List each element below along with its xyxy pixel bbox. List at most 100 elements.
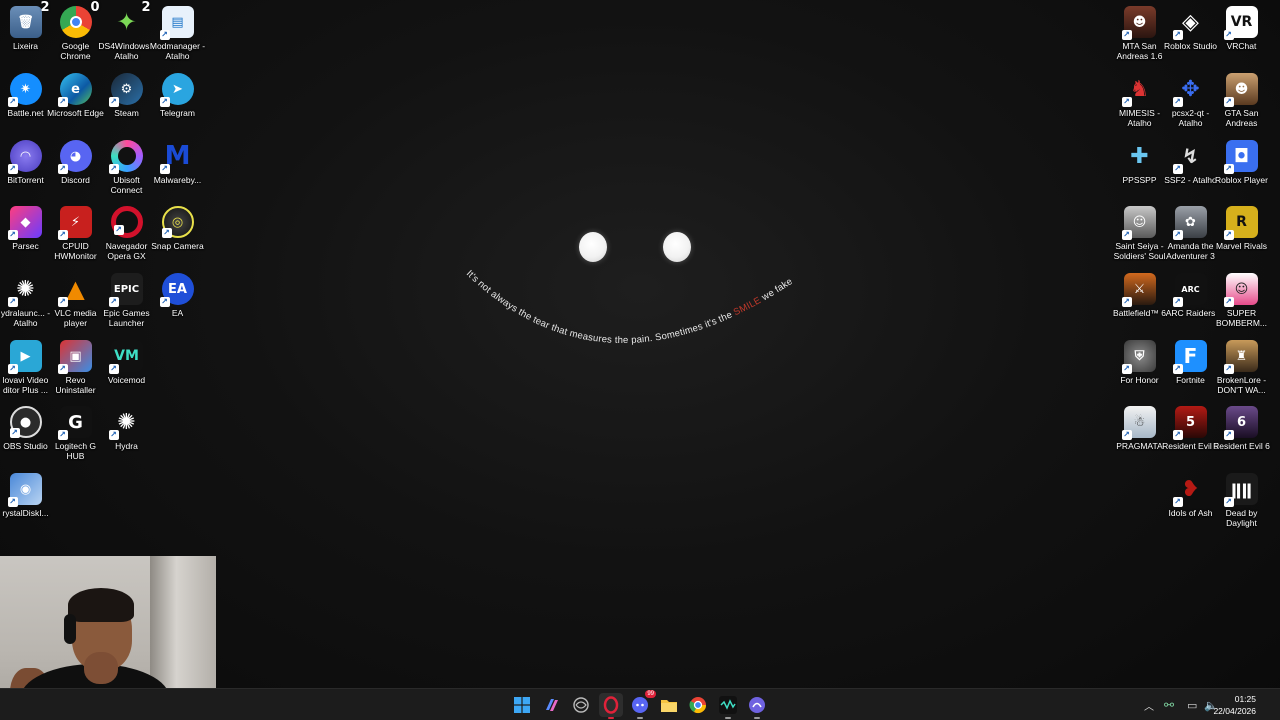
webcam-person-hand: [84, 652, 118, 684]
battlefield-icon: ⚔ ↗: [1121, 273, 1156, 307]
desktop-icon-idols-of-ash[interactable]: ❥ ↗ Idols of Ash: [1165, 469, 1216, 533]
mimesis-icon: ♞ ↗: [1121, 76, 1150, 107]
desktop-icon-re6[interactable]: 6 ↗ Resident Evil 6: [1213, 402, 1270, 466]
desktop-icon-ssf2[interactable]: ↯ ↗ SSF2 - Atalho: [1164, 136, 1216, 200]
movavi-icon: ▶ ↗: [7, 340, 42, 374]
desktop-icon-ds4windows[interactable]: ✦ 2 DS4Windows - Atalho: [98, 0, 154, 66]
start-button[interactable]: [510, 693, 534, 717]
voicemod-icon: VM ↗: [108, 340, 143, 374]
bittorrent-icon: [749, 697, 765, 713]
desktop-icon-telegram[interactable]: ➤ ↗ Telegram: [152, 69, 203, 133]
desktop-icon-vrchat[interactable]: VR ↗ VRChat: [1216, 2, 1267, 66]
brokenlore-icon: ♜ ↗: [1223, 340, 1258, 374]
desktop-icon-chrome[interactable]: 0 Google Chrome: [50, 0, 101, 66]
desktop-icon-hydralauncher[interactable]: ✺ ↗ ydralaunc... - Atalho: [0, 269, 51, 333]
desktop-icon-fortnite[interactable]: F ↗ Fortnite: [1165, 336, 1216, 400]
desktop-icon-ppsspp[interactable]: ✚ PPSSPP: [1114, 136, 1165, 200]
edge-icon: e ↗: [57, 73, 92, 107]
file-explorer-icon: [661, 700, 677, 712]
desktop-icon-brokenlore[interactable]: ♜ ↗ BrokenLore - DON'T WA...: [1216, 336, 1267, 400]
desktop-icon-bittorrent[interactable]: ◠ ↗ BitTorrent: [0, 136, 51, 200]
taskbar-copilot[interactable]: [540, 693, 564, 717]
desktop-icon-pragmata[interactable]: ☃ ↗ PRAGMATA: [1114, 402, 1165, 466]
desktop-icon-battlenet[interactable]: ✷ ↗ Battle.net: [0, 69, 51, 133]
desktop-icon-parsec[interactable]: ◆ ↗ Parsec: [0, 202, 51, 266]
desktop-icon-movavi[interactable]: ▶ ↗ lovavi Video ditor Plus ...: [0, 336, 51, 400]
taskbar-file-explorer[interactable]: [657, 693, 681, 717]
desktop-icon-cpuid[interactable]: ⚡ ↗ CPUID HWMonitor: [50, 202, 101, 266]
taskbar-nvidia[interactable]: [569, 693, 593, 717]
snap-camera-icon: ◎ ↗: [161, 206, 194, 238]
desktop-icon-bomberman[interactable]: ☺ ↗ SUPER BOMBERM...: [1216, 269, 1267, 333]
desktop-icon-roblox-player[interactable]: ◘ ↗ Roblox Player: [1215, 136, 1268, 200]
desktop-icon-malwarebytes[interactable]: M ↗ Malwareby...: [152, 136, 203, 200]
webcam-person-headset: [64, 614, 76, 644]
desktop-icon-obs[interactable]: ● ↗ OBS Studio: [0, 402, 51, 466]
desktop-icon-for-honor[interactable]: ⛨ ↗ For Honor: [1114, 336, 1165, 400]
ds4windows-icon: ✦ 2: [116, 0, 151, 36]
copilot-icon: [546, 699, 558, 711]
ubisoft-icon: ↗: [108, 140, 143, 174]
desktop-icon-mta[interactable]: ☻ ↗ MTA San Andreas 1.6: [1114, 2, 1165, 66]
recycle-bin-icon: 🗑 2: [9, 0, 50, 38]
taskbar-bittorrent[interactable]: [745, 693, 769, 719]
chevron-up-icon: ︿: [1144, 701, 1154, 713]
tray-clock[interactable]: 01:25 22/04/2026: [1213, 693, 1256, 717]
desktop-icon-gta-sa[interactable]: ☻ ↗ GTA San Andreas: [1216, 69, 1267, 133]
webcam-person-hair: [68, 588, 134, 622]
idols-of-ash-icon: ❥ ↗: [1172, 476, 1200, 507]
desktop-icon-epic[interactable]: EPIC ↗ Epic Games Launcher: [101, 269, 152, 333]
opera-gx-icon: [603, 696, 619, 714]
monitor-network-icon: ▭: [1187, 699, 1198, 712]
roblox-studio-icon: ◈ ↗: [1172, 9, 1199, 40]
desktop-icon-marvel-rivals[interactable]: R ↗ Marvel Rivals: [1216, 202, 1267, 266]
discord-icon: [632, 697, 648, 713]
modmanager-icon: ▤ ↗: [159, 6, 194, 40]
desktop-icon-ubisoft[interactable]: ↗ Ubisoft Connect: [101, 136, 152, 200]
tray-app-icon[interactable]: ⚯: [1164, 689, 1174, 720]
svg-text:It's not always the tear that: It's not always the tear that measures t…: [464, 268, 795, 346]
taskbar-discord[interactable]: 99: [628, 690, 656, 719]
bittorrent-icon: ◠ ↗: [7, 140, 42, 174]
voicemod-icon: [719, 696, 737, 714]
taskbar-voicemod[interactable]: [716, 693, 740, 719]
tray-overflow-button[interactable]: ︿: [1144, 689, 1154, 720]
desktop-icon-recycle-bin[interactable]: 🗑 2 Lixeira: [0, 0, 51, 66]
discord-icon: ◕ ↗: [57, 140, 92, 174]
chrome-icon: 0: [59, 0, 100, 38]
desktop-icon-hydra[interactable]: ✺ ↗ Hydra: [101, 402, 152, 466]
desktop-icon-pcsx2[interactable]: ✥ ↗ pcsx2-qt - Atalho: [1165, 69, 1216, 133]
desktop-icon-discord[interactable]: ◕ ↗ Discord: [50, 136, 101, 200]
desktop-icon-opera[interactable]: ↗ Navegador Opera GX: [101, 202, 152, 266]
quote-text-part2: we fake: [758, 276, 795, 305]
desktop-icon-mimesis[interactable]: ♞ ↗ MIMESIS - Atalho: [1114, 69, 1165, 133]
desktop-icon-saint-seiya[interactable]: ☺ ↗ Saint Seiya - Soldiers' Soul: [1114, 202, 1165, 266]
desktop-icon-amanda[interactable]: ✿ ↗ Amanda the Adventurer 3: [1165, 202, 1216, 266]
desktop-icon-roblox-studio[interactable]: ◈ ↗ Roblox Studio: [1164, 2, 1217, 66]
desktop-icon-steam[interactable]: ⚙ ↗ Steam: [101, 69, 152, 133]
desktop-icon-vlc[interactable]: ▲ ↗ VLC media player: [50, 269, 101, 333]
quote-text-highlight: SMILE: [732, 295, 763, 318]
desktop-icon-battlefield[interactable]: ⚔ ↗ Battlefield™ 6: [1113, 269, 1166, 333]
desktop-icon-revo[interactable]: ▣ ↗ Revo Uninstaller: [50, 336, 101, 400]
hydra-launcher-icon: ✺ ↗: [7, 276, 35, 307]
taskbar-chrome[interactable]: [686, 693, 710, 717]
desktop-icon-crystaldisk[interactable]: ◉ ↗ rystalDiskI...: [0, 469, 51, 533]
tray-network[interactable]: ▭: [1187, 689, 1197, 720]
super-bomberman-icon: ☺ ↗: [1223, 273, 1258, 307]
desktop-icon-arc-raiders[interactable]: ARC ↗ ARC Raiders: [1165, 269, 1216, 333]
desktop-icon-voicemod[interactable]: VM ↗ Voicemod: [101, 336, 152, 400]
desktop[interactable]: 🗑 2 Lixeira ✷ ↗ Battle.net ◠ ↗ BitTorrent ◆…: [0, 0, 1280, 720]
desktop-icon-snapcamera[interactable]: ◎ ↗ Snap Camera: [151, 202, 204, 266]
desktop-icon-dbd[interactable]: ǁǁ ↗ Dead by Daylight: [1216, 469, 1267, 533]
ssf2-icon: ↯ ↗: [1172, 144, 1199, 174]
taskbar-opera-gx[interactable]: [599, 693, 623, 719]
desktop-icon-edge[interactable]: e ↗ Microsoft Edge: [47, 69, 104, 133]
desktop-icon-re5[interactable]: 5 ↗ Resident Evil 5: [1162, 402, 1219, 466]
marvel-rivals-icon: R ↗: [1223, 206, 1258, 240]
desktop-icon-logitech[interactable]: G ↗ Logitech G HUB: [50, 402, 101, 466]
desktop-icon-ea[interactable]: EA ↗ EA: [152, 269, 203, 333]
discord-notification-badge: 99: [645, 690, 656, 698]
parsec-icon: ◆ ↗: [7, 206, 42, 240]
desktop-icon-modmanager[interactable]: ▤ ↗ Modmanager - Atalho: [150, 2, 205, 66]
